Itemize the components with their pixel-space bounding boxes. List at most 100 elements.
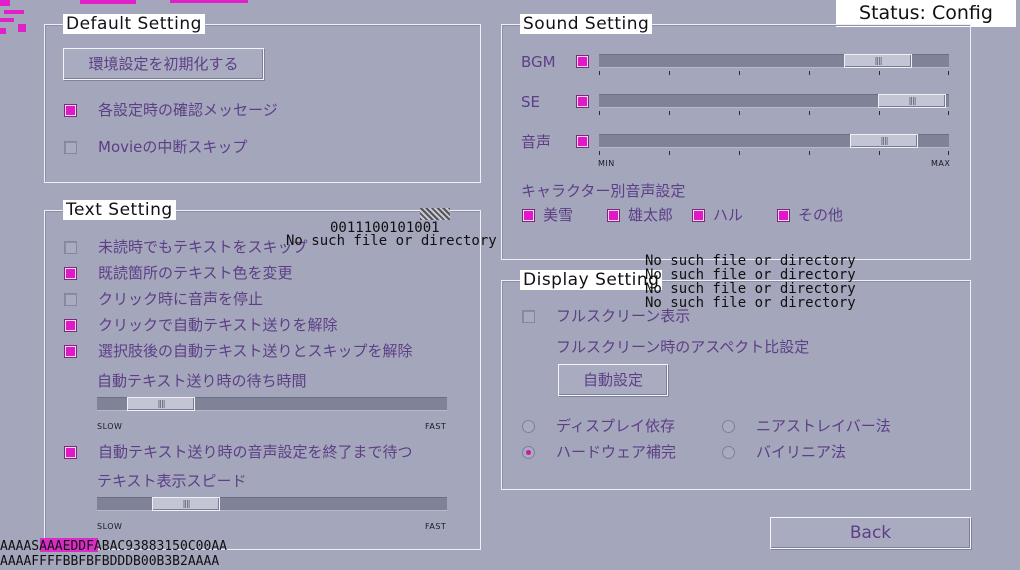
- read-color-checkbox[interactable]: [64, 267, 77, 280]
- auto-wait-slider-knob[interactable]: ||||: [127, 397, 195, 411]
- volume-tick: [879, 71, 880, 75]
- volume-max-label: MAX: [931, 159, 951, 168]
- text-speed-max-label: FAST: [425, 522, 447, 531]
- volume-tick: [809, 111, 810, 115]
- auto-wait-label: 自動テキスト送り時の待ち時間: [97, 372, 307, 390]
- file-error-text: No such file or directory: [645, 267, 856, 283]
- skip-unread-checkbox[interactable]: [64, 241, 77, 254]
- choice-cancel-label: 選択肢後の自動テキスト送りとスキップを解除: [98, 342, 413, 360]
- glitch-artifact: [0, 28, 6, 34]
- volume-tick: [809, 71, 810, 75]
- miyuki-checkbox[interactable]: [522, 209, 535, 222]
- glitch-artifact: [0, 18, 14, 22]
- file-error-text: No such file or directory: [645, 295, 856, 311]
- yutaro-checkbox[interactable]: [607, 209, 620, 222]
- glitch-artifact: [170, 0, 248, 3]
- nearest-neighbor-label: ニアストレイバー法: [756, 417, 891, 435]
- voice-volume-knob[interactable]: ||||: [850, 134, 918, 148]
- display-dependent-radio[interactable]: [522, 420, 535, 433]
- se-volume-knob[interactable]: ||||: [878, 94, 946, 108]
- text-speed-slider-knob[interactable]: ||||: [152, 497, 220, 511]
- haru-checkbox[interactable]: [692, 209, 705, 222]
- volume-tick: [948, 111, 949, 115]
- glitch-artifact: [4, 10, 24, 14]
- character-voice-label: キャラクター別音声設定: [521, 182, 686, 200]
- text-speed-min-label: SLOW: [97, 522, 123, 531]
- others-checkbox[interactable]: [777, 209, 790, 222]
- se-label: SE: [521, 93, 540, 111]
- volume-min-label: MIN: [598, 159, 615, 168]
- file-error-text: No such file or directory: [645, 281, 856, 297]
- bilinear-radio[interactable]: [722, 446, 735, 459]
- auto-setting-button[interactable]: 自動設定: [558, 364, 668, 396]
- wait-voice-checkbox[interactable]: [64, 446, 77, 459]
- confirm-message-label: 各設定時の確認メッセージ: [98, 101, 278, 119]
- volume-tick: [739, 111, 740, 115]
- auto-wait-max-label: FAST: [425, 422, 447, 431]
- stop-voice-label: クリック時に音声を停止: [98, 290, 264, 308]
- others-label: その他: [798, 206, 844, 224]
- display-setting-title: Display Setting: [520, 270, 663, 290]
- volume-tick: [948, 71, 949, 75]
- stop-voice-checkbox[interactable]: [64, 293, 77, 306]
- default-setting-title: Default Setting: [63, 14, 205, 34]
- auto-wait-slider[interactable]: ||||: [97, 397, 447, 411]
- display-dependent-label: ディスプレイ依存: [556, 417, 675, 435]
- bilinear-label: バイリニア法: [756, 443, 847, 461]
- yutaro-label: 雄太郎: [628, 206, 674, 224]
- volume-tick: [599, 71, 600, 75]
- volume-tick: [739, 71, 740, 75]
- volume-tick: [669, 151, 670, 155]
- glitch-artifact: [80, 0, 136, 4]
- volume-tick: [809, 151, 810, 155]
- haru-label: ハル: [713, 206, 744, 224]
- volume-tick: [879, 111, 880, 115]
- click-cancel-auto-checkbox[interactable]: [64, 319, 77, 332]
- miyuki-label: 美雪: [543, 206, 574, 224]
- volume-tick: [739, 151, 740, 155]
- volume-tick: [669, 111, 670, 115]
- status-label: Status: Config: [836, 0, 1016, 27]
- bgm-volume-knob[interactable]: ||||: [844, 54, 912, 68]
- volume-tick: [948, 151, 949, 155]
- click-cancel-auto-label: クリックで自動テキスト送りを解除: [98, 316, 338, 334]
- bgm-volume-slider[interactable]: ||||: [599, 54, 949, 68]
- bgm-checkbox[interactable]: [576, 55, 589, 68]
- fullscreen-checkbox[interactable]: [522, 310, 535, 323]
- read-color-label: 既読箇所のテキスト色を変更: [98, 264, 293, 282]
- aspect-ratio-label: フルスクリーン時のアスペクト比設定: [556, 338, 810, 356]
- text-speed-slider[interactable]: ||||: [97, 497, 447, 511]
- se-checkbox[interactable]: [576, 95, 589, 108]
- hex-dump-line: AAAASAAAEDDFABAC93883150C00AA: [0, 539, 227, 554]
- se-volume-slider[interactable]: ||||: [599, 94, 949, 108]
- auto-wait-min-label: SLOW: [97, 422, 123, 431]
- text-speed-label: テキスト表示スピード: [97, 472, 247, 490]
- back-button[interactable]: Back: [770, 517, 971, 549]
- hardware-interp-radio[interactable]: [522, 446, 535, 459]
- wait-voice-label: 自動テキスト送り時の音声設定を終了まで待つ: [98, 443, 413, 461]
- choice-cancel-checkbox[interactable]: [64, 345, 77, 358]
- bgm-label: BGM: [521, 53, 556, 71]
- hardware-interp-label: ハードウェア補完: [556, 443, 677, 461]
- glitch-artifact: [18, 24, 26, 32]
- voice-checkbox[interactable]: [576, 135, 589, 148]
- voice-label: 音声: [521, 133, 552, 151]
- hex-dump-line: AAAAFFFFBBFBFBDDDB00B3B2AAAA: [0, 554, 220, 569]
- file-error-text: No such file or directory: [645, 253, 856, 269]
- glitch-artifact: [0, 0, 10, 6]
- movie-skip-label: Movieの中断スキップ: [98, 138, 248, 156]
- reset-settings-button[interactable]: 環境設定を初期化する: [63, 48, 264, 80]
- confirm-message-checkbox[interactable]: [64, 104, 77, 117]
- sound-setting-title: Sound Setting: [520, 14, 653, 34]
- volume-tick: [599, 151, 600, 155]
- movie-skip-checkbox[interactable]: [64, 141, 77, 154]
- file-error-text: No such file or directory: [286, 233, 497, 249]
- broken-image-icon: [420, 208, 450, 220]
- nearest-neighbor-radio[interactable]: [722, 420, 735, 433]
- volume-tick: [669, 71, 670, 75]
- volume-tick: [879, 151, 880, 155]
- volume-tick: [599, 111, 600, 115]
- text-setting-title: Text Setting: [63, 200, 176, 220]
- skip-unread-label: 未読時でもテキストをスキップ: [98, 238, 308, 256]
- voice-volume-slider[interactable]: ||||: [599, 134, 949, 148]
